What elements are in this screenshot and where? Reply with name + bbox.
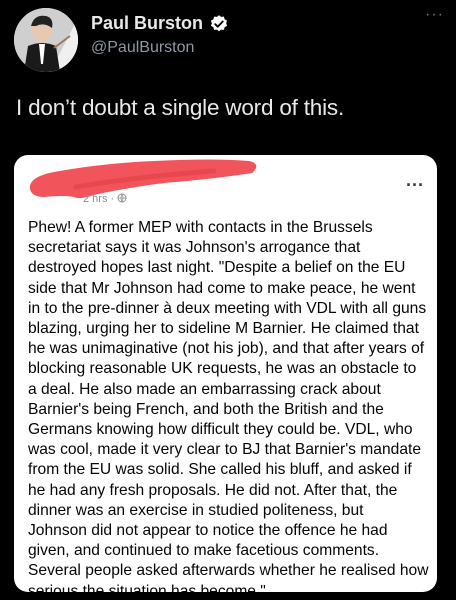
post-line: Germans knowing how difficult they could… — [28, 421, 413, 439]
globe-icon — [117, 193, 127, 205]
avatar[interactable] — [14, 8, 78, 72]
post-line: blazing, urging her to sideline M Barnie… — [28, 320, 419, 338]
screenshot-card: 2 hrs · ··· Phew! A former MEP with cont… — [14, 155, 437, 592]
post-line: was cool, made it very clear to BJ that … — [28, 441, 421, 459]
post-line: Phew! A former MEP with contacts in the … — [28, 219, 373, 236]
post-body: Phew! A former MEP with contacts in the … — [28, 218, 428, 592]
post-line: Johnson did not appear to notice the off… — [28, 522, 388, 540]
post-more-icon[interactable]: ··· — [406, 175, 424, 196]
post-line: a deal. He also made an embarrassing cra… — [28, 380, 381, 398]
more-options-icon[interactable]: ··· — [425, 6, 444, 24]
post-line: blocking reasonable UK requests, he was … — [28, 360, 417, 378]
author-name[interactable]: Paul Burston — [91, 13, 203, 34]
tweet-text: I don’t doubt a single word of this. — [16, 95, 345, 120]
author-handle[interactable]: @PaulBurston — [91, 39, 194, 57]
post-line: in to the pre-dinner à deux meeting with… — [28, 299, 427, 317]
post-line: dinner was an exercise in studied polite… — [28, 501, 364, 519]
redaction-scribble — [29, 159, 257, 199]
post-line: destroyed hopes last night. "Despite a b… — [28, 259, 406, 277]
post-line: he had any fresh proposals. He did not. … — [28, 481, 398, 499]
verified-badge-icon — [209, 14, 229, 34]
post-line: from the EU was solid. She called his bl… — [28, 461, 412, 479]
post-line: Several people asked afterwards whether … — [28, 562, 429, 580]
post-line: secretariat says it was Johnson's arroga… — [28, 239, 361, 257]
post-time: 2 hrs · — [83, 193, 118, 205]
post-meta: 2 hrs · — [83, 193, 127, 205]
post-line: side that Mr Johnson had come to make pe… — [28, 279, 416, 297]
post-line: he was unimaginative (not his job), and … — [28, 340, 425, 358]
post-line: given, and continued to make facetious c… — [28, 542, 380, 560]
post-line: Barnier's being French, and both the Bri… — [28, 400, 384, 418]
author-name-row[interactable]: Paul Burston — [91, 13, 229, 34]
post-line: serious the situation has become." — [28, 582, 266, 592]
